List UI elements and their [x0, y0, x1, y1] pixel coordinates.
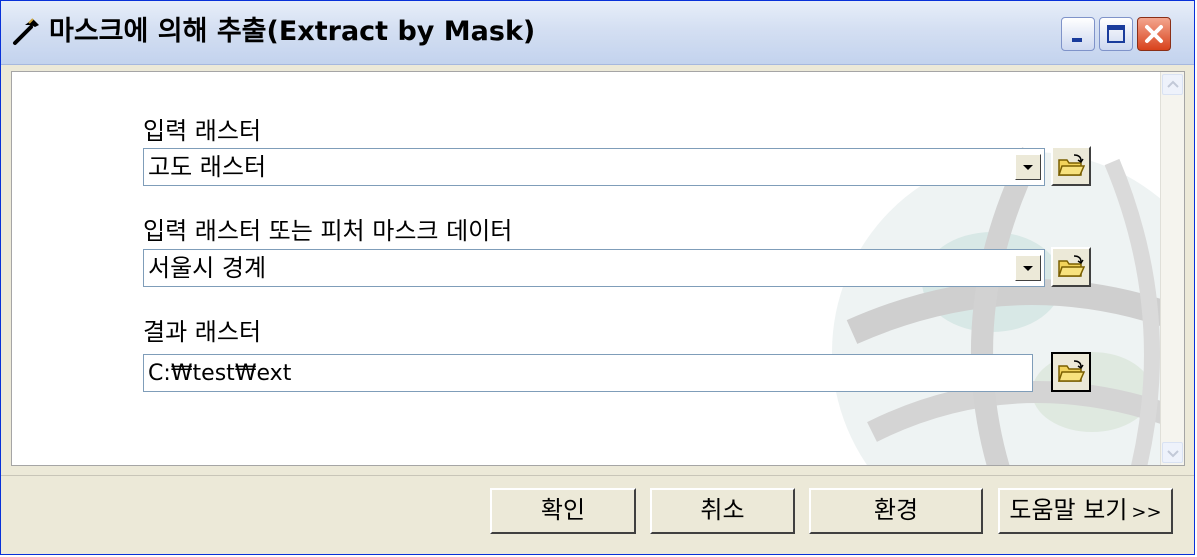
dialog-window: 마스크에 의해 추출(Extract by Mask) 입력 래스터 고도 래스… — [0, 0, 1195, 555]
chevron-down-icon — [1023, 266, 1033, 271]
chevron-up-icon — [1167, 80, 1179, 88]
maximize-icon — [1107, 25, 1125, 43]
ok-button[interactable]: 확인 — [490, 488, 636, 534]
input-raster-browse-button[interactable] — [1051, 146, 1091, 186]
minimize-button[interactable] — [1061, 17, 1095, 51]
scroll-down-button[interactable] — [1162, 442, 1183, 463]
chevron-down-icon — [1023, 165, 1033, 170]
input-raster-label: 입력 래스터 — [143, 117, 262, 145]
open-folder-icon — [1057, 255, 1085, 277]
mask-data-label: 입력 래스터 또는 피처 마스크 데이터 — [143, 217, 513, 245]
parameter-panel: 입력 래스터 고도 래스터 입력 래스터 또는 피처 마스크 데이터 서울시 경… — [11, 71, 1185, 466]
vertical-scrollbar[interactable] — [1160, 72, 1184, 465]
open-folder-icon — [1057, 154, 1085, 176]
open-folder-icon — [1057, 360, 1085, 382]
hammer-icon — [13, 18, 39, 45]
output-raster-browse-button[interactable] — [1051, 352, 1091, 392]
chevron-down-icon — [1167, 450, 1179, 458]
maximize-button[interactable] — [1099, 17, 1133, 51]
environments-button[interactable]: 환경 — [809, 488, 983, 534]
close-button[interactable] — [1137, 17, 1171, 51]
mask-data-dropdown-button[interactable] — [1015, 255, 1041, 281]
input-raster-combo[interactable]: 고도 래스터 — [143, 148, 1045, 186]
title-bar[interactable]: 마스크에 의해 추출(Extract by Mask) — [1, 1, 1194, 65]
close-icon — [1145, 25, 1163, 43]
mask-data-browse-button[interactable] — [1051, 247, 1091, 287]
minimize-icon — [1072, 38, 1082, 42]
window-title: 마스크에 의해 추출(Extract by Mask) — [49, 16, 536, 47]
button-bar-divider — [1, 475, 1194, 476]
input-raster-dropdown-button[interactable] — [1015, 154, 1041, 180]
input-raster-value: 고도 래스터 — [148, 153, 267, 181]
show-help-button[interactable]: 도움말 보기 >> — [998, 488, 1173, 534]
mask-data-combo[interactable]: 서울시 경계 — [143, 249, 1045, 287]
show-help-label: 도움말 보기 — [1009, 496, 1128, 524]
cancel-button[interactable]: 취소 — [650, 488, 795, 534]
output-raster-input[interactable] — [144, 355, 1032, 391]
output-raster-label: 결과 래스터 — [143, 318, 262, 346]
output-raster-field[interactable] — [143, 354, 1033, 392]
scroll-up-button[interactable] — [1162, 74, 1183, 95]
mask-data-value: 서울시 경계 — [148, 254, 267, 282]
show-help-chevrons: >> — [1131, 502, 1162, 523]
